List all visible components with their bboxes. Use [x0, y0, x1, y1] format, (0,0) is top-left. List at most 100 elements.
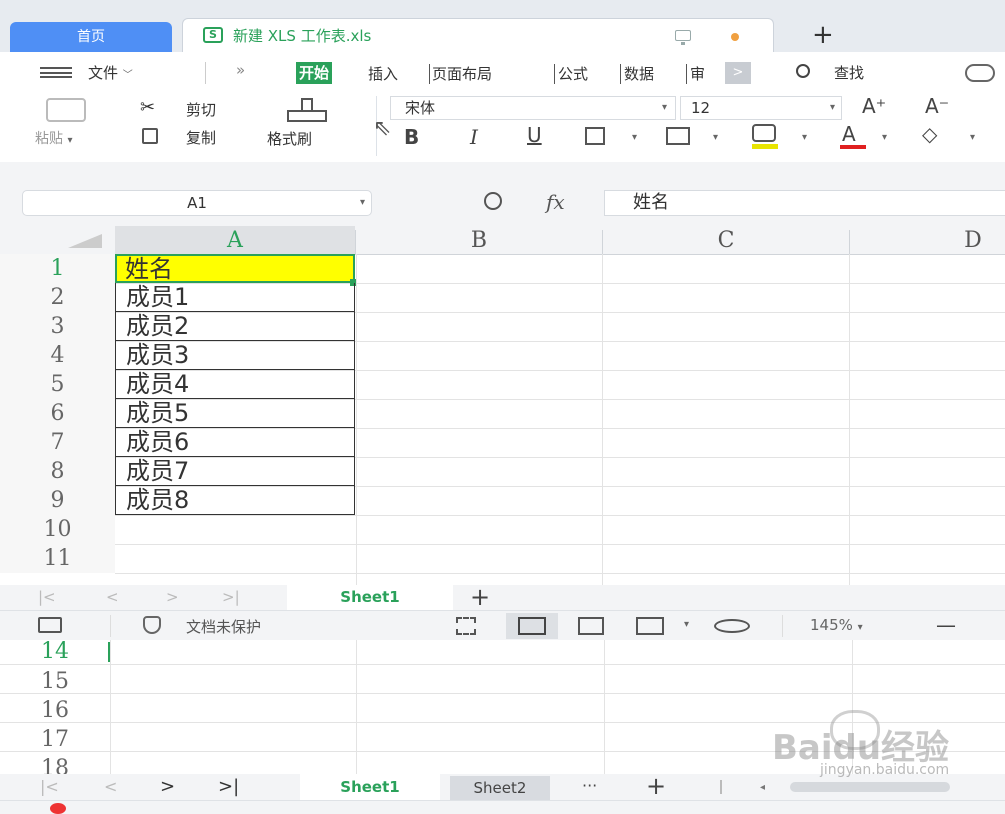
search-button-label[interactable]: 查找	[834, 62, 864, 83]
eye-protection-icon[interactable]	[714, 619, 750, 633]
reading-layout-icon[interactable]	[636, 617, 664, 635]
row-header[interactable]: 8	[0, 457, 115, 486]
first-sheet-icon[interactable]: |<	[38, 588, 56, 606]
column-header-d[interactable]: D	[850, 226, 1005, 254]
document-protection-status[interactable]: 文档未保护	[186, 616, 261, 637]
scissors-icon[interactable]: ✂	[140, 97, 155, 118]
macro-icon[interactable]	[38, 617, 62, 633]
row-header[interactable]: 2	[0, 283, 115, 312]
borders-icon[interactable]	[585, 127, 605, 145]
italic-button[interactable]: I	[470, 125, 478, 149]
fill-color-icon[interactable]	[752, 124, 776, 142]
underline-button[interactable]: U	[527, 123, 542, 147]
cut-button[interactable]: 剪切	[186, 99, 216, 120]
page-break-view-icon[interactable]	[578, 617, 604, 635]
row-header[interactable]: 17	[0, 725, 110, 754]
row-header[interactable]: 14	[0, 640, 110, 667]
fullscreen-icon[interactable]	[456, 617, 476, 635]
row-header[interactable]: 1	[0, 254, 115, 283]
column-header-b[interactable]: B	[356, 226, 602, 254]
name-box[interactable]: A1 ▾	[22, 190, 372, 216]
chevron-down-icon[interactable]: ▾	[632, 132, 637, 143]
more-sheets-button[interactable]: ···	[582, 776, 597, 795]
row-header[interactable]: 11	[0, 544, 115, 573]
cell-a3[interactable]: 成员2	[115, 312, 355, 341]
cell-a2[interactable]: 成员1	[115, 283, 355, 312]
chevron-down-icon[interactable]: ▾	[882, 132, 887, 143]
cloud-icon[interactable]	[965, 64, 995, 82]
column-header-a[interactable]: A	[115, 226, 355, 254]
add-sheet-button[interactable]: +	[470, 583, 490, 611]
paste-icon[interactable]	[46, 98, 86, 122]
copy-button[interactable]: 复制	[186, 127, 216, 148]
zoom-out-button[interactable]: —	[936, 613, 956, 637]
cell-a6[interactable]: 成员5	[115, 399, 355, 428]
row-header[interactable]: 10	[0, 515, 115, 544]
cell-a9[interactable]: 成员8	[115, 486, 355, 515]
tab-formula[interactable]: 公式	[558, 63, 588, 84]
font-color-icon[interactable]: A	[842, 122, 856, 146]
search-icon[interactable]	[796, 64, 810, 78]
tab-document[interactable]: S 新建 XLS 工作表.xls	[182, 18, 774, 52]
eraser-icon[interactable]: ◇	[922, 122, 937, 146]
hamburger-icon[interactable]	[40, 67, 72, 78]
add-sheet-button[interactable]: +	[646, 772, 666, 800]
cell-a1[interactable]: 姓名	[115, 254, 355, 283]
chevron-down-icon[interactable]: ▾	[970, 132, 975, 143]
insert-function-button[interactable]: fx	[546, 190, 565, 214]
tab-insert[interactable]: 插入	[368, 63, 398, 84]
tab-page-layout[interactable]: 页面布局	[432, 63, 492, 84]
row-header[interactable]: 6	[0, 399, 115, 428]
row-header[interactable]: 18	[0, 754, 110, 775]
normal-view-button[interactable]	[506, 613, 558, 639]
tab-scroll-right-button[interactable]: >	[725, 62, 751, 84]
monitor-icon[interactable]	[675, 30, 691, 45]
prev-sheet-icon[interactable]: <	[106, 588, 119, 606]
row-header[interactable]: 7	[0, 428, 115, 457]
last-sheet-icon[interactable]: >|	[222, 588, 240, 606]
chevron-down-icon[interactable]: ▾	[802, 132, 807, 143]
chevron-down-icon[interactable]: ▾	[713, 132, 718, 143]
cell-a4[interactable]: 成员3	[115, 341, 355, 370]
paste-button[interactable]: 粘贴 ▾	[35, 128, 72, 148]
next-sheet-icon[interactable]: >	[166, 588, 179, 606]
cell-a8[interactable]: 成员7	[115, 457, 355, 486]
next-sheet-icon[interactable]: >	[160, 776, 175, 797]
cell-a7[interactable]: 成员6	[115, 428, 355, 457]
sheet-tab-sheet1[interactable]: Sheet1	[300, 774, 440, 800]
chevron-down-icon[interactable]: ▾	[684, 619, 689, 630]
tab-review[interactable]: 审	[690, 63, 705, 84]
tab-start[interactable]: 开始	[296, 62, 333, 84]
row-header[interactable]: 3	[0, 312, 115, 341]
font-size-select[interactable]: 12 ▾	[680, 96, 842, 120]
row-header[interactable]: 9	[0, 486, 115, 515]
format-painter-button[interactable]: 格式刷	[267, 128, 312, 149]
copy-icon[interactable]	[142, 128, 158, 144]
shrink-font-button[interactable]: A⁻	[925, 94, 949, 118]
bold-button[interactable]: B	[404, 125, 419, 149]
prev-sheet-icon[interactable]: <	[104, 777, 117, 796]
sheet-tab-sheet1[interactable]: Sheet1	[287, 585, 453, 610]
last-sheet-icon[interactable]: >|	[218, 776, 239, 797]
formula-input[interactable]: 姓名	[604, 190, 1005, 216]
tab-data[interactable]: 数据	[624, 63, 654, 84]
column-header-c[interactable]: C	[603, 226, 849, 254]
row-header[interactable]: 15	[0, 667, 110, 696]
format-painter-icon[interactable]	[287, 98, 331, 122]
zoom-level[interactable]: 145% ▾	[810, 616, 863, 634]
first-sheet-icon[interactable]: |<	[40, 777, 59, 796]
row-header[interactable]: 4	[0, 341, 115, 370]
zoom-search-icon[interactable]	[484, 192, 502, 210]
menu-file[interactable]: 文件 ﹀	[88, 62, 133, 83]
new-tab-button[interactable]: +	[812, 22, 834, 48]
sheet-tab-sheet2[interactable]: Sheet2	[450, 776, 550, 800]
row-header[interactable]: 5	[0, 370, 115, 399]
scroll-left-icon[interactable]: ◂	[760, 782, 765, 793]
font-name-select[interactable]: 宋体 ▾	[390, 96, 676, 120]
grow-font-button[interactable]: A⁺	[862, 94, 886, 118]
cell-a5[interactable]: 成员4	[115, 370, 355, 399]
more-chevron-icon[interactable]: »	[236, 61, 245, 79]
select-all-corner[interactable]	[68, 234, 102, 248]
row-header[interactable]: 16	[0, 696, 110, 725]
merge-cells-icon[interactable]	[666, 127, 690, 145]
